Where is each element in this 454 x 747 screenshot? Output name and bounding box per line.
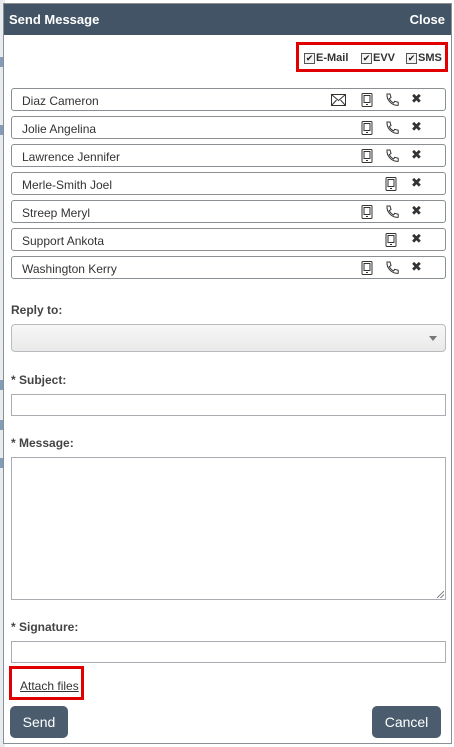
remove-recipient-icon[interactable]: ✖	[411, 91, 422, 107]
chevron-down-icon[interactable]	[429, 336, 437, 341]
recipient-row: Jolie Angelina ✖	[11, 116, 446, 139]
channel-sms-option[interactable]: ✔ SMS	[406, 52, 442, 64]
channel-email-label: E-Mail	[316, 52, 349, 64]
email-checkbox[interactable]: ✔	[304, 52, 315, 64]
email-icon[interactable]	[331, 93, 346, 107]
recipient-row: Washington Kerry ✖	[11, 256, 446, 279]
phone-icon[interactable]	[385, 93, 399, 107]
recipient-name: Jolie Angelina	[22, 122, 97, 136]
attach-files-highlight: Attach files	[9, 666, 84, 700]
remove-recipient-icon[interactable]: ✖	[411, 119, 422, 135]
channel-sms-label: SMS	[418, 52, 442, 64]
recipient-name: Lawrence Jennifer	[22, 150, 121, 164]
remove-recipient-icon[interactable]: ✖	[411, 147, 422, 163]
recipient-name: Diaz Cameron	[22, 94, 99, 108]
remove-recipient-icon[interactable]: ✖	[411, 259, 422, 275]
remove-recipient-icon[interactable]: ✖	[411, 203, 422, 219]
mobile-phone-icon[interactable]	[361, 149, 375, 163]
phone-icon[interactable]	[385, 149, 399, 163]
cancel-button[interactable]: Cancel	[372, 706, 441, 738]
phone-icon[interactable]	[385, 121, 399, 135]
mobile-phone-icon[interactable]	[385, 233, 399, 247]
channel-evv-label: EVV	[373, 52, 396, 64]
mobile-phone-icon[interactable]	[361, 205, 375, 219]
phone-icon[interactable]	[385, 205, 399, 219]
remove-recipient-icon[interactable]: ✖	[411, 175, 422, 191]
mobile-phone-icon[interactable]	[361, 121, 375, 135]
recipient-name: Support Ankota	[22, 234, 105, 248]
send-message-dialog: Send Message Close ✔ E-Mail ✔ EVV ✔ SMS …	[3, 3, 452, 744]
channel-options: ✔ E-Mail ✔ EVV ✔ SMS	[296, 42, 448, 72]
signature-label: * Signature:	[11, 620, 79, 634]
recipient-row: Support Ankota ✖	[11, 228, 446, 251]
close-button[interactable]: Close	[410, 12, 445, 27]
evv-checkbox[interactable]: ✔	[361, 52, 372, 64]
attach-files-link[interactable]: Attach files	[20, 679, 79, 693]
dialog-title-bar: Send Message Close	[4, 4, 451, 35]
send-button[interactable]: Send	[10, 706, 68, 738]
recipient-name: Washington Kerry	[22, 262, 117, 276]
subject-input[interactable]	[11, 394, 446, 416]
recipient-row: Lawrence Jennifer ✖	[11, 144, 446, 167]
message-textarea[interactable]	[11, 457, 446, 600]
channel-evv-option[interactable]: ✔ EVV	[361, 52, 395, 64]
recipient-row: Streep Meryl ✖	[11, 200, 446, 223]
reply-to-select[interactable]	[11, 324, 446, 352]
recipient-name: Merle-Smith Joel	[22, 178, 113, 192]
sms-checkbox[interactable]: ✔	[406, 52, 417, 64]
remove-recipient-icon[interactable]: ✖	[411, 231, 422, 247]
phone-icon[interactable]	[385, 261, 399, 275]
recipient-name: Streep Meryl	[22, 206, 91, 220]
dialog-title: Send Message	[9, 12, 100, 27]
message-label: * Message:	[11, 436, 74, 450]
mobile-phone-icon[interactable]	[361, 93, 375, 107]
recipient-row: Diaz Cameron ✖	[11, 88, 446, 111]
signature-input[interactable]	[11, 641, 446, 663]
mobile-phone-icon[interactable]	[361, 261, 375, 275]
mobile-phone-icon[interactable]	[385, 177, 399, 191]
subject-label: * Subject:	[11, 373, 67, 387]
resize-handle-icon[interactable]	[437, 591, 444, 598]
reply-to-label: Reply to:	[11, 303, 63, 317]
recipient-row: Merle-Smith Joel ✖	[11, 172, 446, 195]
channel-email-option[interactable]: ✔ E-Mail	[304, 52, 348, 64]
